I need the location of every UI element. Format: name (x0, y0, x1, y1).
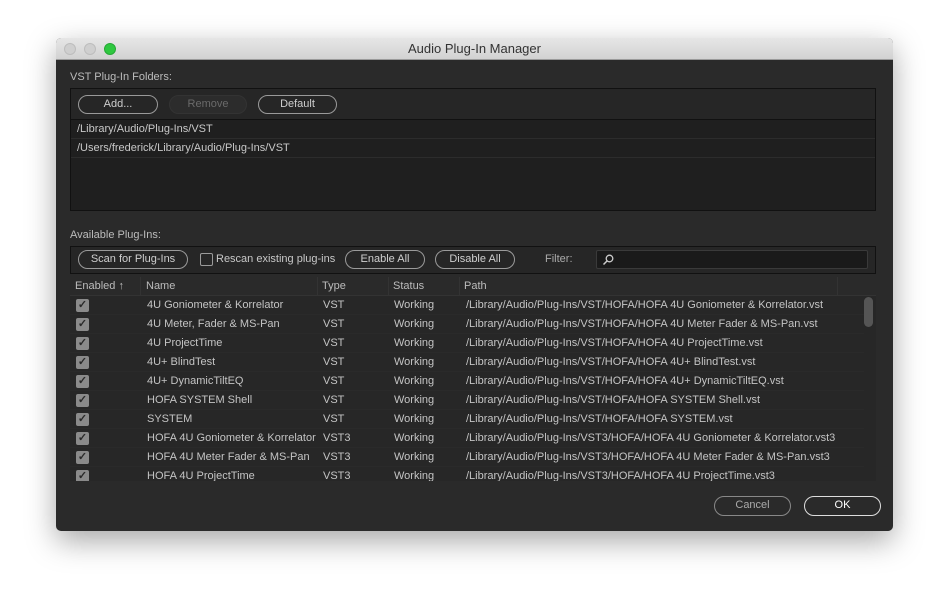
column-name[interactable]: Name (141, 277, 318, 295)
plugins-table: ✓ 4U Goniometer & Korrelator VST Working… (70, 296, 876, 481)
ok-button[interactable]: OK (804, 496, 881, 516)
add-folder-button[interactable]: Add... (78, 95, 158, 114)
plugin-status: Working (394, 413, 435, 425)
plugin-name: HOFA SYSTEM Shell (147, 394, 253, 406)
sort-ascending-icon: ↑ (118, 280, 124, 292)
plugin-name: 4U Goniometer & Korrelator (147, 299, 284, 311)
filter-input[interactable] (596, 250, 868, 269)
plugin-status: Working (394, 394, 435, 406)
plugin-name: 4U ProjectTime (147, 337, 223, 349)
plugin-path: /Library/Audio/Plug-Ins/VST/HOFA/HOFA 4U… (466, 299, 824, 311)
enabled-checkbox[interactable]: ✓ (76, 394, 89, 407)
column-enabled-label: Enabled (75, 280, 116, 292)
plugin-path: /Library/Audio/Plug-Ins/VST3/HOFA/HOFA 4… (466, 432, 836, 444)
column-status[interactable]: Status (389, 277, 460, 295)
plugin-path: /Library/Audio/Plug-Ins/VST/HOFA/HOFA 4U… (466, 337, 763, 349)
table-row[interactable]: ✓ SYSTEM VST Working /Library/Audio/Plug… (70, 410, 864, 429)
table-row[interactable]: ✓ 4U Goniometer & Korrelator VST Working… (70, 296, 864, 315)
plugin-path: /Library/Audio/Plug-Ins/VST3/HOFA/HOFA 4… (466, 470, 775, 481)
rescan-checkbox[interactable] (200, 253, 213, 266)
enabled-checkbox[interactable]: ✓ (76, 375, 89, 388)
enabled-checkbox[interactable]: ✓ (76, 356, 89, 369)
enabled-checkbox[interactable]: ✓ (76, 470, 89, 481)
plugins-toolbar: Scan for Plug-Ins Rescan existing plug-i… (70, 246, 876, 274)
plugin-type: VST (323, 299, 345, 311)
plugin-type: VST (323, 337, 345, 349)
table-row[interactable]: ✓ HOFA 4U Goniometer & Korrelator VST3 W… (70, 429, 864, 448)
scrollbar-thumb[interactable] (864, 297, 873, 327)
minimize-button[interactable] (84, 43, 96, 55)
filter-label: Filter: (545, 253, 573, 265)
plugin-path: /Library/Audio/Plug-Ins/VST/HOFA/HOFA 4U… (466, 318, 818, 330)
plugin-name: 4U+ BlindTest (147, 356, 216, 368)
folders-toolbar: Add... Remove Default (71, 89, 875, 120)
zoom-button[interactable] (104, 43, 116, 55)
plugin-status: Working (394, 470, 435, 481)
plugin-status: Working (394, 337, 435, 349)
enable-all-button[interactable]: Enable All (345, 250, 425, 269)
plugin-status: Working (394, 451, 435, 463)
plugin-name: SYSTEM (147, 413, 193, 425)
plugin-type: VST3 (323, 470, 351, 481)
plugin-name: 4U+ DynamicTiltEQ (147, 375, 244, 387)
table-row[interactable]: ✓ HOFA 4U ProjectTime VST3 Working /Libr… (70, 467, 864, 481)
plugin-type: VST (323, 413, 345, 425)
available-plugins-label: Available Plug-Ins: (70, 229, 161, 241)
audio-plugin-manager-window: Audio Plug-In Manager VST Plug-In Folder… (56, 38, 893, 531)
enabled-checkbox[interactable]: ✓ (76, 413, 89, 426)
column-type[interactable]: Type (318, 277, 389, 295)
plugin-type: VST (323, 375, 345, 387)
plugin-path: /Library/Audio/Plug-Ins/VST3/HOFA/HOFA 4… (466, 451, 830, 463)
scan-plugins-button[interactable]: Scan for Plug-Ins (78, 250, 188, 269)
close-button[interactable] (64, 43, 76, 55)
plugin-status: Working (394, 375, 435, 387)
remove-folder-button[interactable]: Remove (169, 95, 247, 114)
folder-item[interactable]: /Library/Audio/Plug-Ins/VST (71, 120, 875, 139)
plugin-type: VST (323, 356, 345, 368)
table-row[interactable]: ✓ 4U+ DynamicTiltEQ VST Working /Library… (70, 372, 864, 391)
plugin-type: VST (323, 394, 345, 406)
title-bar: Audio Plug-In Manager (56, 38, 893, 60)
plugin-path: /Library/Audio/Plug-Ins/VST/HOFA/HOFA SY… (466, 413, 733, 425)
table-header: Enabled ↑ Name Type Status Path (70, 277, 876, 296)
plugin-name: HOFA 4U Goniometer & Korrelator (147, 432, 316, 444)
search-icon (602, 254, 614, 266)
table-row[interactable]: ✓ 4U+ BlindTest VST Working /Library/Aud… (70, 353, 864, 372)
plugin-status: Working (394, 356, 435, 368)
folder-item[interactable]: /Users/frederick/Library/Audio/Plug-Ins/… (71, 139, 875, 158)
vst-folders-label: VST Plug-In Folders: (70, 71, 172, 83)
window-title: Audio Plug-In Manager (408, 41, 541, 56)
rescan-label[interactable]: Rescan existing plug-ins (216, 253, 335, 265)
folder-list: /Library/Audio/Plug-Ins/VST /Users/frede… (71, 120, 875, 211)
table-row[interactable]: ✓ HOFA 4U Meter Fader & MS-Pan VST3 Work… (70, 448, 864, 467)
plugin-name: HOFA 4U Meter Fader & MS-Pan (147, 451, 310, 463)
vst-folders-panel: Add... Remove Default /Library/Audio/Plu… (70, 88, 876, 211)
plugin-path: /Library/Audio/Plug-Ins/VST/HOFA/HOFA SY… (466, 394, 761, 406)
table-row[interactable]: ✓ 4U ProjectTime VST Working /Library/Au… (70, 334, 864, 353)
disable-all-button[interactable]: Disable All (435, 250, 515, 269)
column-path[interactable]: Path (460, 277, 838, 295)
enabled-checkbox[interactable]: ✓ (76, 432, 89, 445)
plugin-status: Working (394, 432, 435, 444)
table-row[interactable]: ✓ HOFA SYSTEM Shell VST Working /Library… (70, 391, 864, 410)
plugin-name: 4U Meter, Fader & MS-Pan (147, 318, 280, 330)
plugin-status: Working (394, 318, 435, 330)
plugin-type: VST3 (323, 451, 351, 463)
plugin-status: Working (394, 299, 435, 311)
column-enabled[interactable]: Enabled ↑ (70, 277, 141, 295)
enabled-checkbox[interactable]: ✓ (76, 318, 89, 331)
cancel-button[interactable]: Cancel (714, 496, 791, 516)
plugin-name: HOFA 4U ProjectTime (147, 470, 255, 481)
plugin-type: VST3 (323, 432, 351, 444)
enabled-checkbox[interactable]: ✓ (76, 337, 89, 350)
default-folders-button[interactable]: Default (258, 95, 337, 114)
table-row[interactable]: ✓ 4U Meter, Fader & MS-Pan VST Working /… (70, 315, 864, 334)
enabled-checkbox[interactable]: ✓ (76, 299, 89, 312)
plugin-path: /Library/Audio/Plug-Ins/VST/HOFA/HOFA 4U… (466, 356, 756, 368)
plugin-path: /Library/Audio/Plug-Ins/VST/HOFA/HOFA 4U… (466, 375, 784, 387)
plugin-type: VST (323, 318, 345, 330)
enabled-checkbox[interactable]: ✓ (76, 451, 89, 464)
